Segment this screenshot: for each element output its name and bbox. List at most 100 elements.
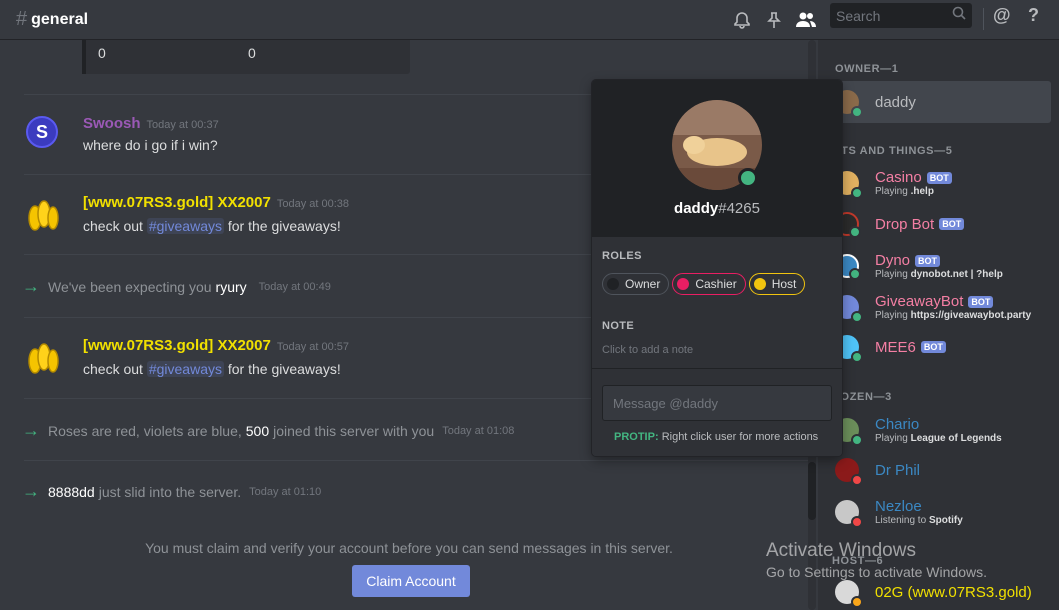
member-item-drop-bot[interactable]: Drop Bot BOT (835, 203, 1051, 245)
status-online-dot (851, 351, 863, 363)
member-item-chario[interactable]: Chario Playing League of Legends (835, 409, 1051, 451)
message-text: check out #giveaways for the giveaways! (83, 361, 341, 377)
system-username[interactable]: 8888dd (48, 484, 95, 500)
message-timestamp: Today at 00:37 (146, 119, 219, 131)
role-name: Cashier (695, 277, 737, 291)
blocked-notice: You must claim and verify your account b… (145, 540, 673, 556)
member-list: OWNER—1 daddy OTS AND THINGS—5 Casino BOT… (818, 40, 1059, 610)
author-name[interactable]: [www.07RS3.gold] XX2007 (83, 194, 271, 211)
channel-header: # general Search @ ? (0, 0, 1059, 40)
gold-coins-avatar-icon (28, 343, 59, 374)
activity-prefix: Listening to (875, 515, 927, 526)
channel-mention-link[interactable]: #giveaways (146, 218, 224, 234)
member-item-dyno[interactable]: Dyno BOT Playing dynobot.net | ?help (835, 245, 1051, 287)
avatar (835, 580, 863, 608)
search-icon[interactable] (952, 6, 966, 25)
avatar[interactable] (22, 194, 62, 234)
activity-prefix: Playing (875, 433, 908, 444)
popout-header: daddy#4265 (592, 80, 842, 237)
watermark-subtitle: Go to Settings to activate Windows. (766, 564, 987, 580)
header-divider (983, 8, 984, 30)
message-divider (24, 460, 810, 461)
activity-name: League of Legends (910, 433, 1002, 444)
system-username[interactable]: 500 (246, 423, 269, 439)
watermark-title: Activate Windows (766, 540, 916, 561)
avatar[interactable] (22, 337, 62, 377)
avatar (835, 458, 863, 486)
status-online-dot (849, 226, 861, 238)
message-text-part: check out (83, 218, 147, 234)
username: daddy (674, 200, 719, 217)
members-icon[interactable] (794, 8, 818, 32)
role-color-dot (607, 278, 619, 290)
bell-icon[interactable] (730, 8, 754, 32)
status-online-dot (851, 106, 863, 118)
mentions-icon[interactable]: @ (993, 5, 1011, 26)
note-title: NOTE (602, 320, 635, 332)
join-arrow-icon: → (22, 276, 40, 296)
message-text: where do i go if i win? (83, 137, 218, 153)
member-name: Nezloe (875, 498, 922, 515)
bot-badge: BOT (915, 254, 941, 267)
message-text-part: for the giveaways! (223, 218, 341, 234)
protip-label: PROTIP: (614, 431, 659, 443)
message-scrollbar-thumb[interactable] (808, 462, 816, 520)
system-message: → We've been expecting you ryury Today a… (22, 276, 331, 297)
help-icon[interactable]: ? (1028, 5, 1039, 26)
member-item-mee6[interactable]: MEE6 BOT (835, 326, 1051, 368)
search-input[interactable]: Search (836, 8, 952, 24)
popout-divider (592, 368, 842, 369)
member-name: Chario (875, 416, 920, 433)
message-timestamp: Today at 01:08 (442, 424, 515, 437)
member-name: MEE6 (875, 338, 916, 356)
member-item-casino[interactable]: Casino BOT Playing .help (835, 162, 1051, 204)
gold-coins-avatar-icon (28, 200, 59, 231)
pin-icon[interactable] (762, 8, 786, 32)
channel-mention-link[interactable]: #giveaways (146, 361, 224, 377)
member-item-giveawaybot[interactable]: GiveawayBot BOT Playing https://giveawaybo… (835, 286, 1051, 328)
message-author[interactable]: [www.07RS3.gold] XX2007 Today at 00:57 (83, 337, 349, 354)
protip: PROTIP: Right click user for more action… (614, 431, 818, 443)
role-cashier[interactable]: Cashier (672, 273, 746, 295)
bot-badge: BOT (939, 218, 965, 230)
member-name: Dyno (875, 252, 911, 269)
role-owner[interactable]: Owner (602, 273, 670, 295)
activate-windows-watermark: Activate Windows Go to Settings to activ… (766, 540, 987, 580)
search-box[interactable]: Search (830, 3, 972, 28)
activity-name: dynobot.net | ?help (910, 269, 1003, 280)
message-timestamp: Today at 00:38 (276, 198, 350, 210)
activity-name: .help (910, 186, 934, 197)
note-input[interactable]: Click to add a note (602, 344, 693, 356)
user-popout: daddy#4265 ROLES Owner Cashier Host NOTE… (592, 80, 842, 456)
message-timestamp: Today at 01:10 (249, 485, 322, 498)
member-name: Casino (875, 169, 922, 186)
author-name[interactable]: Swoosh (83, 115, 141, 132)
roles-title: ROLES (602, 250, 642, 262)
message-text-part: check out (83, 361, 147, 377)
member-item-nezloe[interactable]: Nezloe Listening to Spotify (835, 491, 1051, 533)
popout-username: daddy#4265 (592, 200, 842, 217)
author-name[interactable]: [www.07RS3.gold] XX2007 (83, 337, 271, 354)
message-author[interactable]: Swoosh Today at 00:37 (83, 115, 219, 132)
system-message: → 8888dd just slid into the server. Toda… (22, 481, 321, 502)
protip-text: Right click user for more actions (661, 431, 819, 443)
claim-account-button[interactable]: Claim Account (352, 565, 470, 597)
bot-badge: BOT (920, 341, 946, 353)
system-username[interactable]: ryury (216, 279, 247, 295)
activity-prefix: Playing (875, 310, 908, 321)
role-host[interactable]: Host (748, 273, 806, 295)
message-author[interactable]: [www.07RS3.gold] XX2007 Today at 00:38 (83, 194, 349, 211)
role-color-dot (677, 278, 690, 290)
status-online-dot (851, 434, 863, 446)
member-group-header: OTS AND THINGS—5 (832, 145, 953, 157)
status-dnd-dot (851, 516, 863, 528)
role-color-dot (753, 278, 766, 290)
member-item-dr-phil[interactable]: Dr Phil (835, 449, 1051, 491)
message-embed: 0 0 (82, 40, 410, 74)
avatar[interactable]: S (26, 116, 58, 148)
message-user-input[interactable]: Message @daddy (602, 385, 832, 421)
member-item-daddy[interactable]: daddy (832, 81, 1051, 123)
member-name: daddy (875, 93, 916, 111)
status-online-dot (738, 168, 758, 188)
member-name: 02G (www.07RS3.gold) (875, 583, 1032, 601)
